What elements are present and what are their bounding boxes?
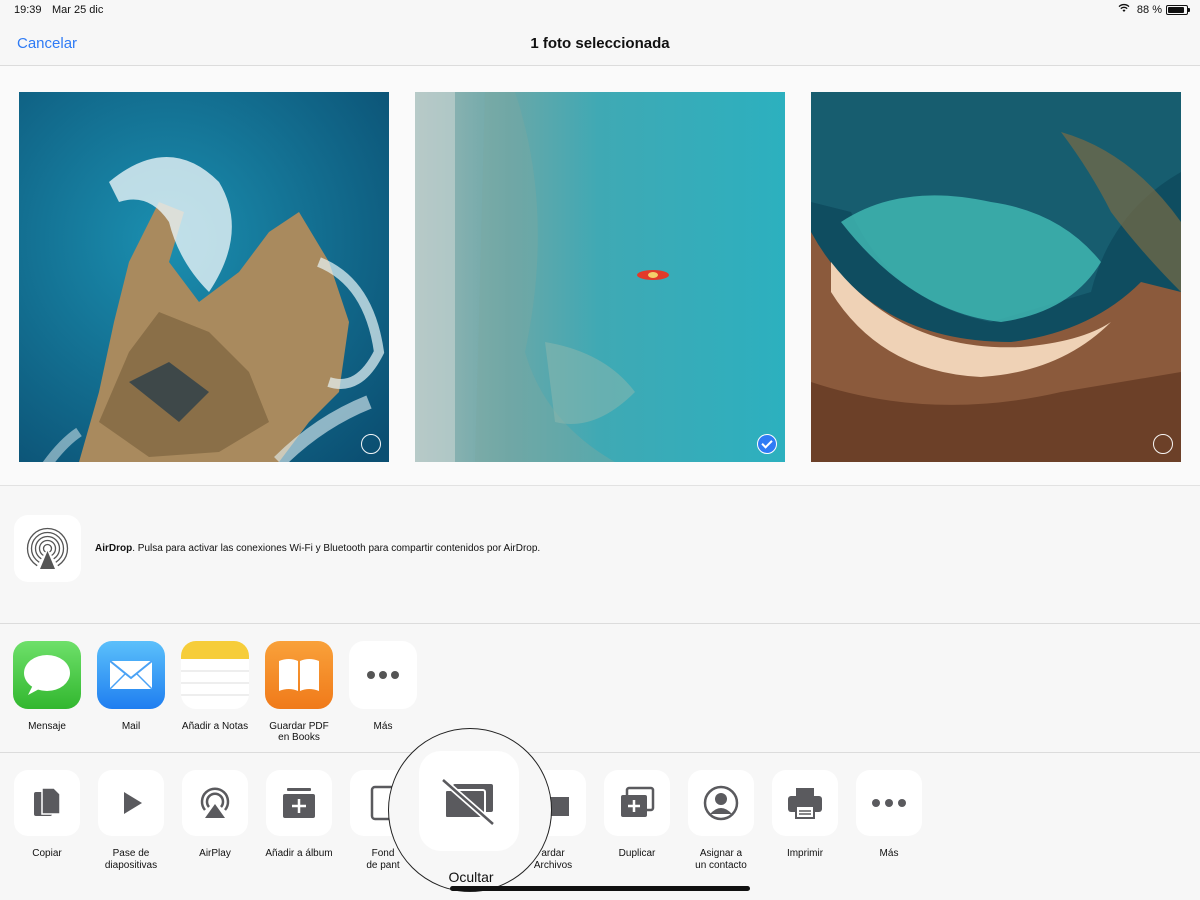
app-label: Mensaje [28,721,66,732]
battery-percent: 88 % [1136,4,1162,16]
app-books[interactable]: Guardar PDF en Books [259,641,339,743]
action-label-line1: ardar [541,848,565,859]
app-label: Mail [121,721,141,732]
action-add-album[interactable]: Añadir a álbum [257,770,341,860]
action-label-line1: Fond [371,848,395,859]
kayak-sea-photo[interactable] [415,92,785,462]
home-indicator[interactable] [450,886,750,891]
copy-icon [14,770,80,836]
action-label: Imprimir [786,848,824,859]
battery-icon [1166,5,1190,15]
hide-icon [419,751,519,851]
notes-icon [181,641,249,709]
share-actions-row: Copiar Pase de diapositivas AirPlay Añadi… [0,754,1200,900]
airdrop-hint: . Pulsa para activar las conexiones Wi-F… [132,543,541,554]
action-label-line1: Asignar a [699,848,743,859]
action-airplay[interactable]: AirPlay [173,770,257,860]
app-label: Añadir a Notas [181,721,249,732]
mail-icon [97,641,165,709]
nav-bar: Cancelar 1 foto seleccionada [0,22,1200,66]
app-more[interactable]: Más [343,641,423,732]
action-label: Añadir a álbum [265,848,333,859]
wifi-icon [1118,3,1130,16]
action-duplicate[interactable]: Duplicar [595,770,679,860]
airdrop-section: AirDrop. Pulsa para activar las conexion… [0,487,1200,624]
airdrop-description: AirDrop. Pulsa para activar las conexion… [95,543,540,554]
selection-checkmark[interactable] [757,434,777,454]
action-label-line2: un contacto [695,860,747,871]
selection-circle[interactable] [1153,434,1173,454]
hide-label: Ocultar [448,869,494,885]
app-label-line2: en Books [278,732,320,743]
page-title: 1 foto seleccionada [530,35,670,52]
play-icon [98,770,164,836]
action-label: Más [879,848,899,859]
action-more[interactable]: Más [847,770,931,860]
books-icon [265,641,333,709]
add-album-icon [266,770,332,836]
status-bar: 19:39 Mar 25 dic 88 % [0,0,1200,22]
action-label-line1: Pase de [112,848,150,859]
more-icon [856,770,922,836]
photo-strip [0,66,1200,486]
status-date: Mar 25 dic [52,4,104,16]
airplay-icon [182,770,248,836]
action-copy[interactable]: Copiar [5,770,89,860]
beach-cove-photo[interactable] [811,92,1181,462]
messages-icon [13,641,81,709]
app-label-line1: Guardar PDF [269,721,329,732]
status-time: 19:39 [14,4,42,16]
action-label: Duplicar [618,848,656,859]
app-notes[interactable]: Añadir a Notas [175,641,255,732]
app-mail[interactable]: Mail [91,641,171,732]
airdrop-title: AirDrop [95,543,133,554]
app-label: Más [373,721,393,732]
action-label: Asignar a un contacto [679,848,763,872]
action-print[interactable]: Imprimir [763,770,847,860]
action-slideshow[interactable]: Pase de diapositivas [89,770,173,872]
airdrop-icon[interactable] [14,515,81,582]
app-messages[interactable]: Mensaje [7,641,87,732]
duplicate-icon [604,770,670,836]
action-label: Pase de diapositivas [89,848,173,872]
more-icon [349,641,417,709]
hide-action-magnifier[interactable]: Ocultar [388,728,552,892]
action-assign-contact[interactable]: Asignar a un contacto [679,770,763,872]
share-apps-row: Mensaje Mail Añadir a Notas Guardar PDF e… [0,625,1200,753]
action-label: AirPlay [199,848,231,859]
coastal-rocks-photo[interactable] [19,92,389,462]
contact-icon [688,770,754,836]
app-label: Guardar PDF en Books [259,721,339,743]
selection-circle[interactable] [361,434,381,454]
action-label: Copiar [32,848,62,859]
action-label-line2: diapositivas [104,860,158,871]
print-icon [772,770,838,836]
